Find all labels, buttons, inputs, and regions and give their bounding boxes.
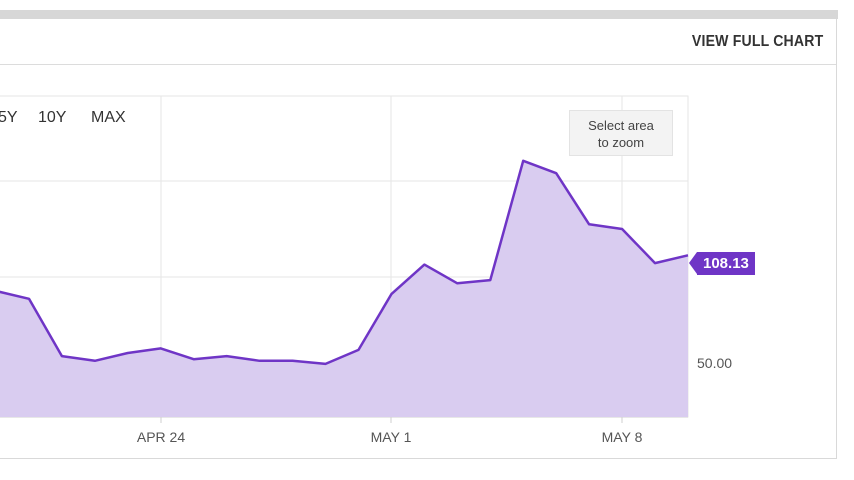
x-axis-label-apr24: APR 24 xyxy=(136,429,186,445)
range-button-10y[interactable]: 10Y xyxy=(38,109,66,127)
range-button-5y[interactable]: 5Y xyxy=(0,109,18,127)
x-axis-label-may1: MAY 1 xyxy=(370,429,412,445)
last-price-flag: 108.13 xyxy=(689,252,755,275)
x-axis-label-may8: MAY 8 xyxy=(601,429,643,445)
zoom-hint-line1: Select area xyxy=(588,118,654,133)
range-button-max[interactable]: MAX xyxy=(91,109,126,127)
zoom-hint-box: Select area to zoom xyxy=(569,110,673,156)
y-axis-label: 50.00 xyxy=(697,355,733,371)
zoom-hint-line2: to zoom xyxy=(597,135,645,150)
price-chart[interactable] xyxy=(0,0,854,480)
